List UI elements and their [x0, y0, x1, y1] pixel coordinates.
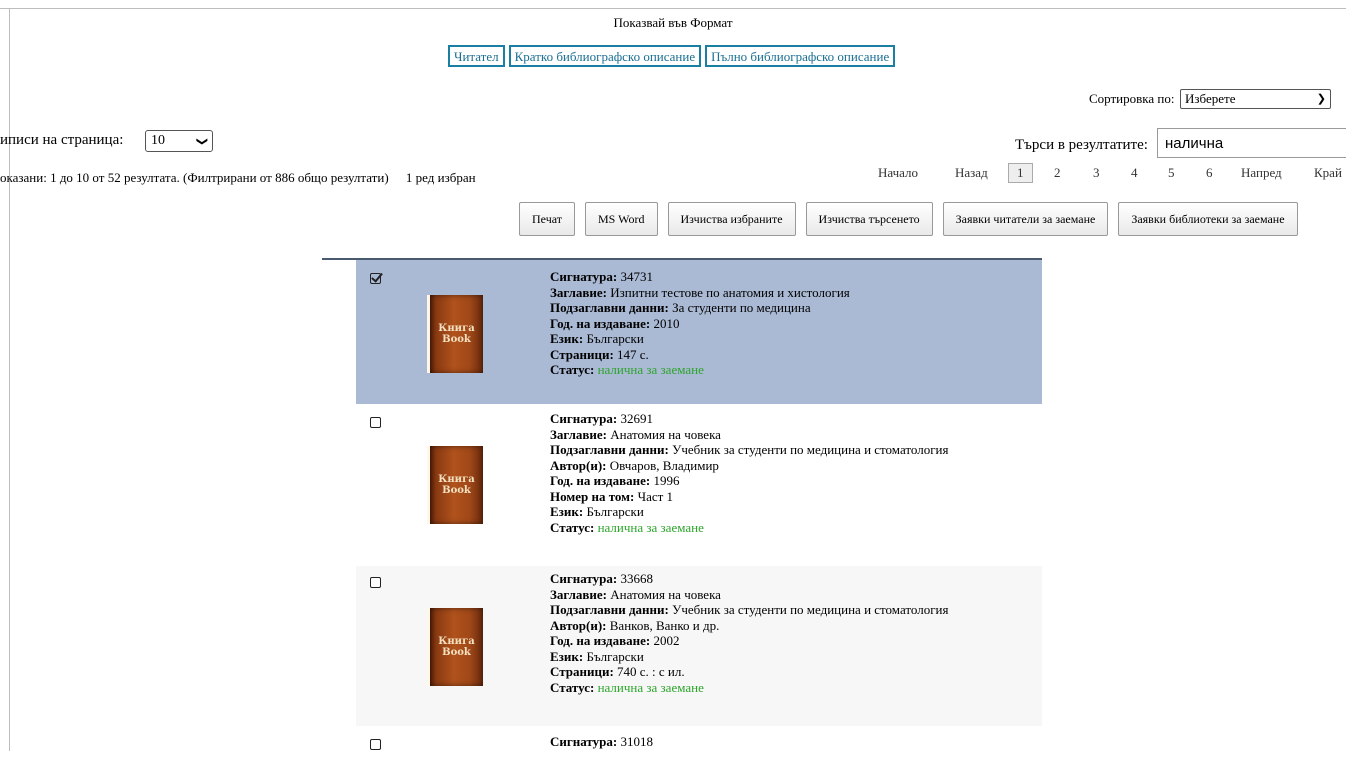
field: Заглавие: Анатомия на човека [550, 426, 721, 442]
pager-page-3[interactable]: 3 [1093, 165, 1100, 181]
field: Страници: 147 с. [550, 346, 649, 362]
search-label: Търси в резултатите: [1015, 137, 1148, 153]
field: Подзаглавни данни: За студенти по медици… [550, 300, 811, 315]
field: Год. на издаване: 2010 [550, 315, 680, 331]
format-reader-button[interactable]: Читател [448, 45, 505, 67]
result-row[interactable]: Книга Book Сигнатура: 33668 Заглавие: Ан… [322, 566, 1042, 726]
field: Год. на издаване: 1996 [550, 473, 680, 488]
field: Сигнатура: 32691 [550, 411, 653, 426]
action-toolbar: Печат MS Word Изчиства избраните Изчиств… [519, 202, 1298, 236]
field: Сигнатура: 33668 [550, 571, 653, 586]
field: Автор(и): Овчаров, Владимир [550, 457, 719, 473]
field: Заглавие: Анатомия на човека [550, 586, 721, 602]
row-checkbox[interactable] [370, 273, 381, 284]
sort-label: Сортировка по: [1089, 91, 1175, 106]
field: Номер на том: Част 1 [550, 488, 674, 504]
book-cover-icon: Книга Book [427, 446, 483, 524]
pager-page-5[interactable]: 5 [1168, 165, 1175, 181]
pager-page-1[interactable]: 1 [1008, 163, 1033, 183]
format-full-description-button[interactable]: Пълно библиографско описание [705, 45, 896, 67]
field: Сигнатура: 34731 [550, 269, 653, 284]
row-checkbox[interactable] [370, 739, 381, 750]
field: Сигнатура: 31018 [550, 734, 653, 749]
cover-text: Книга [438, 474, 475, 485]
clear-search-button[interactable]: Изчиства търсенето [805, 202, 933, 236]
cover-text: Book [442, 647, 471, 658]
field: Статус: налична за заемане [550, 519, 704, 535]
result-row[interactable]: Книга Book Сигнатура: 32691 Заглавие: Ан… [322, 404, 1042, 566]
result-details: Сигнатура: 33668 Заглавие: Анатомия на ч… [550, 571, 948, 695]
result-details: Сигнатура: 31018 [550, 734, 653, 750]
chevron-down-icon: ❯ [195, 136, 208, 146]
field: Език: Български [550, 648, 644, 664]
field: Език: Български [550, 504, 644, 519]
pager-page-4[interactable]: 4 [1131, 165, 1138, 181]
cover-text: Book [442, 485, 471, 496]
field: Статус: налична за заемане [550, 362, 704, 377]
cover-text: Книга [438, 636, 475, 647]
clear-selected-button[interactable]: Изчиства избраните [667, 202, 796, 236]
sort-select[interactable]: Изберете ❯ [1180, 89, 1331, 109]
chevron-down-icon: ❯ [1316, 93, 1326, 105]
reader-loan-requests-button[interactable]: Заявки читатели за заемане [942, 202, 1109, 236]
result-details: Сигнатура: 34731 Заглавие: Изпитни тесто… [550, 269, 850, 378]
result-details: Сигнатура: 32691 Заглавие: Анатомия на ч… [550, 411, 948, 535]
format-short-description-button[interactable]: Кратко библиографско описание [508, 45, 702, 67]
row-lead [322, 260, 356, 404]
row-lead [322, 566, 356, 726]
format-title: Показвай във Формат [613, 15, 733, 30]
field: Страници: 740 с. : с ил. [550, 664, 685, 679]
pager-page-6[interactable]: 6 [1206, 165, 1213, 181]
result-row[interactable]: Книга Book Сигнатура: 34731 Заглавие: Из… [322, 258, 1042, 404]
left-divider [9, 8, 10, 751]
pager-last[interactable]: Край [1314, 165, 1342, 181]
status-value: налична за заемане [597, 679, 704, 695]
search-results-input[interactable] [1157, 128, 1346, 158]
pager-prev[interactable]: Назад [955, 165, 988, 181]
cover-text: Book [442, 334, 471, 345]
per-page-label: иписи на страница: [0, 132, 124, 148]
format-buttons: Читател Кратко библиографско описание Пъ… [448, 45, 896, 67]
result-row[interactable]: Сигнатура: 31018 [322, 726, 1042, 766]
pager-first[interactable]: Начало [878, 165, 918, 181]
top-divider [0, 8, 1346, 9]
pager-page-2[interactable]: 2 [1054, 165, 1061, 181]
book-cover-icon: Книга Book [427, 608, 483, 686]
pager-next[interactable]: Напред [1241, 165, 1282, 181]
field: Год. на издаване: 2002 [550, 633, 680, 648]
field: Статус: налична за заемане [550, 679, 704, 695]
field: Автор(и): Ванков, Ванко и др. [550, 617, 720, 633]
sort-select-value: Изберете [1185, 91, 1236, 106]
ms-word-button[interactable]: MS Word [585, 202, 658, 236]
book-cover-icon: Книга Book [427, 295, 483, 373]
per-page-value: 10 [151, 133, 165, 148]
print-button[interactable]: Печат [519, 202, 575, 236]
results-list: Книга Book Сигнатура: 34731 Заглавие: Из… [322, 258, 1042, 766]
cover-text: Книга [438, 323, 475, 334]
per-page-select[interactable]: 10 ❯ [145, 130, 213, 152]
status-value: налична за заемане [597, 362, 704, 377]
row-checkbox[interactable] [370, 577, 381, 588]
field: Подзаглавни данни: Учебник за студенти п… [550, 602, 949, 617]
pagination: Начало Назад 1 2 3 4 5 6 Напред Край [0, 162, 1346, 184]
field: Заглавие: Изпитни тестове по анатомия и … [550, 284, 850, 300]
library-loan-requests-button[interactable]: Заявки библиотеки за заемане [1118, 202, 1298, 236]
row-checkbox[interactable] [370, 417, 381, 428]
field: Език: Български [550, 331, 644, 346]
field: Подзаглавни данни: Учебник за студенти п… [550, 442, 949, 457]
status-value: налична за заемане [597, 519, 704, 535]
